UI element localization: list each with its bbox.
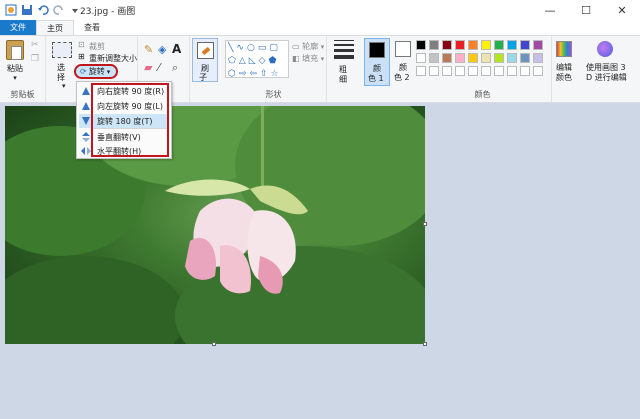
window-title: 23.jpg - 画图 [80,7,136,17]
resize-handle-corner[interactable] [423,342,427,346]
diamond-shape-icon[interactable]: ◇ [259,56,266,67]
rotate-left-icon [81,101,91,111]
edit-colors-label-2: 颜色 [556,73,572,82]
polygon-shape-icon[interactable]: ⬠ [228,56,236,67]
fill-shape-icon: ◧ [292,54,300,63]
arrow-left-shape-icon[interactable]: ⇦ [249,69,257,80]
title-bar: 23.jpg - 画图 — ☐ ✕ [0,0,640,20]
rounded-rectangle-shape-icon[interactable]: ▢ [269,43,278,54]
fill-icon[interactable]: ◈ [158,43,166,56]
edit-colors-button[interactable]: 编辑 颜色 [552,36,582,102]
shapes-group-label: 形状 [265,90,282,99]
lotus-flower [165,179,308,294]
tab-view[interactable]: 查看 [74,20,110,35]
outline-chevron-icon: ▾ [320,43,325,51]
paint3d-icon [597,41,613,57]
outline-icon: ▭ [292,42,300,51]
menu-highlight-outline [91,83,169,157]
fill-label: 填充 [302,54,319,63]
color1-button[interactable]: 颜 色 1 [364,38,390,86]
crop-button[interactable]: 裁剪 [89,41,105,52]
arrow-up-shape-icon[interactable]: ⇧ [260,69,268,80]
star-shape-icon[interactable]: ☆ [271,69,279,80]
oval-shape-icon[interactable]: ○ [247,43,255,54]
magnifier-icon[interactable]: ⌕ [172,61,178,75]
select-icon[interactable] [52,42,72,58]
copy-icon[interactable]: ❐ [31,54,39,64]
shapes-gallery: ╲ ∿ ○ ▭ ▢ ⬠ △ ◺ ◇ ⬟ ⬡ ⇨ ⇦ ⇧ ☆ [225,40,289,80]
colors-group-label: 颜色 [474,90,491,99]
pencil-icon[interactable]: ✎ [144,43,153,56]
color2-button[interactable]: 颜 色 2 [392,38,414,86]
thickness-label-2: 细 [339,75,347,84]
color-picker-icon[interactable]: ⁄ [158,61,160,74]
minimize-button[interactable]: — [532,0,568,20]
resize-icon: ⊞ [78,52,85,61]
undo-icon[interactable] [37,4,49,16]
resize-button[interactable]: 重新调整大小 [89,53,137,64]
ribbon-tabs: 文件 主页 查看 [0,20,640,35]
rotate-icon: ⟳ [80,67,87,76]
rotate-button[interactable]: ⟳ 旋转 ▾ [74,64,118,79]
curve-shape-icon[interactable]: ∿ [236,43,244,54]
paste-button[interactable]: 粘贴 ▾ [6,40,24,82]
text-icon[interactable]: A [172,42,181,56]
maximize-button[interactable]: ☐ [568,0,604,20]
rotate-chevron-icon: ▾ [106,67,111,76]
rectangle-shape-icon[interactable]: ▭ [258,43,267,54]
clipboard-group: 粘贴 ▾ ✂ ❐ 剪贴板 [0,36,46,102]
brush-icon [197,42,214,59]
image-canvas[interactable] [5,106,425,344]
quick-access-toolbar [0,4,81,16]
shapes-row-1: ╲ ∿ ○ ▭ ▢ [226,41,288,54]
color1-label-2: 色 1 [368,74,384,83]
fill-button[interactable]: ◧ 填充 ▾ [292,53,324,64]
clipboard-group-label: 剪贴板 [10,90,35,99]
color1-swatch [369,42,385,58]
pentagon-shape-icon[interactable]: ⬟ [269,56,277,67]
save-icon[interactable] [21,4,33,16]
hexagon-shape-icon[interactable]: ⬡ [228,69,236,80]
brushes-label-2: 子 [199,73,207,82]
rotate-180-icon [81,116,91,126]
chevron-down-icon: ▾ [13,74,17,82]
flip-vertical-icon [81,132,91,142]
flip-horizontal-icon [81,146,91,156]
paint3d-label-2: D 进行编辑 [586,73,627,82]
fill-chevron-icon: ▾ [320,55,325,63]
shapes-row-3: ⬡ ⇨ ⇦ ⇧ ☆ [226,67,288,80]
resize-handle-bottom[interactable] [212,342,216,346]
crop-icon: ⊡ [78,40,85,49]
rotate-right-icon [81,86,91,96]
select-chevron-icon: ▾ [62,82,66,90]
shapes-row-2: ⬠ △ ◺ ◇ ⬟ [226,54,288,67]
brushes-button[interactable]: 刷 子 [192,38,218,82]
color2-swatch [395,41,411,57]
line-shape-icon[interactable]: ╲ [228,43,233,54]
right-triangle-shape-icon[interactable]: ◺ [249,56,256,67]
redo-icon[interactable] [53,4,65,16]
triangle-shape-icon[interactable]: △ [239,56,246,67]
edit-colors-icon [556,41,572,57]
arrow-right-shape-icon[interactable]: ⇨ [239,69,247,80]
line-thickness-icon[interactable] [334,40,354,62]
outline-button[interactable]: ▭ 轮廓 ▾ [292,41,324,52]
colors-group: 颜色 [414,36,552,102]
close-button[interactable]: ✕ [604,0,640,20]
cut-icon[interactable]: ✂ [31,40,39,50]
resize-handle-right[interactable] [423,222,427,226]
tab-home[interactable]: 主页 [36,20,74,35]
color2-label-2: 色 2 [394,73,410,82]
paste-label: 粘贴 [7,64,23,73]
tab-file[interactable]: 文件 [0,20,36,35]
paint3d-button[interactable]: 使用画图 3 D 进行编辑 [583,36,639,102]
paint-app-icon [5,4,17,16]
rotate-label: 旋转 [88,67,105,76]
outline-label: 轮廓 [302,42,319,51]
clipboard-icon [6,40,24,60]
rotate-menu: 向右旋转 90 度(R) 向左旋转 90 度(L) 旋转 180 度(T) 垂直… [76,81,172,159]
eraser-icon[interactable]: ▰ [144,61,152,74]
